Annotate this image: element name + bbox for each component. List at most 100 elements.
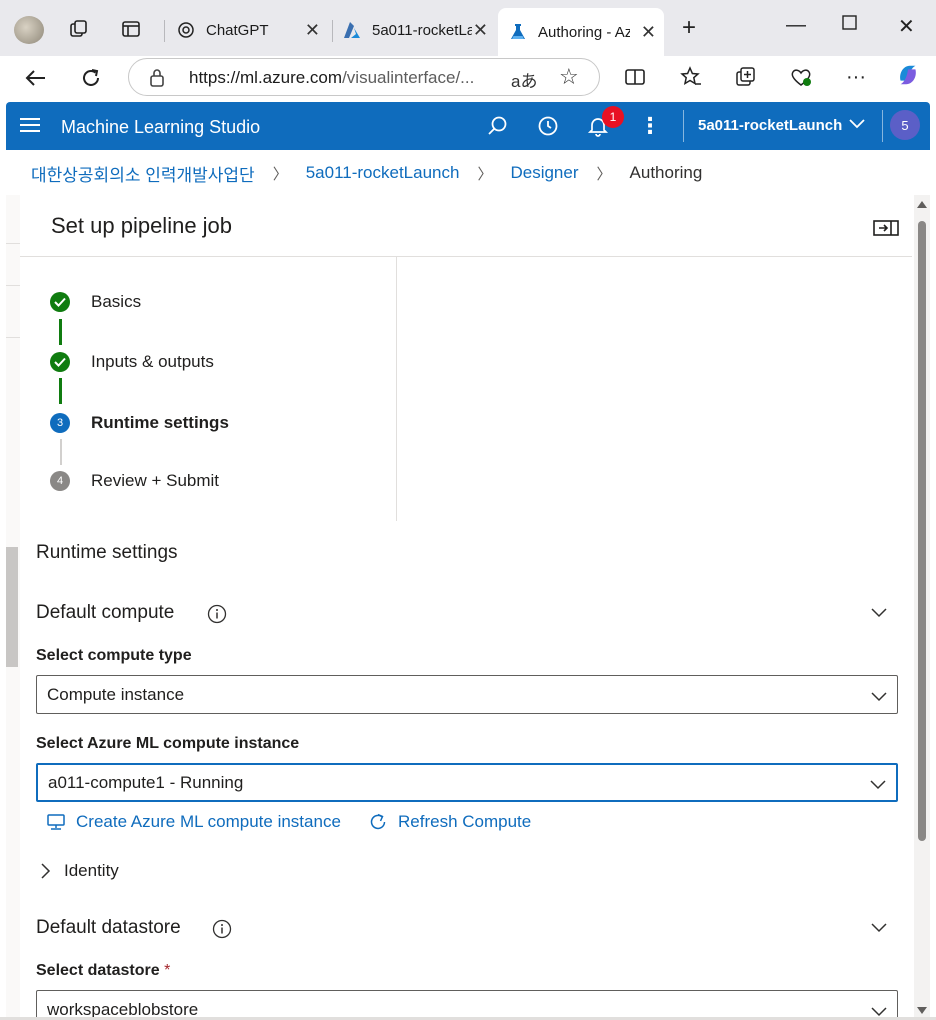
tab-title: ChatGPT <box>206 21 269 39</box>
azure-icon <box>342 20 362 40</box>
chevron-down-icon <box>871 1004 887 1017</box>
background-canvas-edge <box>6 195 20 1020</box>
refresh-button[interactable] <box>77 64 105 92</box>
flask-icon <box>508 22 528 42</box>
identity-label: Identity <box>64 861 119 880</box>
step-label: Inputs & outputs <box>91 352 214 371</box>
breadcrumb-chevron-icon: 〉 <box>272 165 288 183</box>
favorites-icon[interactable] <box>678 64 704 90</box>
header-divider <box>882 110 883 142</box>
minimize-button[interactable]: — <box>786 14 806 37</box>
chevron-down-icon <box>870 777 886 790</box>
collapse-chevron-icon[interactable] <box>870 606 888 618</box>
step-basics[interactable]: Basics <box>50 290 141 314</box>
split-screen-icon[interactable] <box>622 64 648 90</box>
info-icon[interactable] <box>207 604 227 624</box>
tab-close-icon[interactable]: ✕ <box>305 20 320 41</box>
step-review-submit[interactable]: 4 Review + Submit <box>50 469 219 493</box>
panel-scrollbar[interactable] <box>914 195 930 1020</box>
step-number: 3 <box>50 413 70 433</box>
app-title[interactable]: Machine Learning Studio <box>61 117 260 138</box>
step-runtime-settings[interactable]: 3 Runtime settings <box>50 411 229 435</box>
checkmark-icon <box>50 292 70 312</box>
address-bar-row: https://ml.azure.com/visualinterface/...… <box>0 56 936 100</box>
hamburger-menu-icon[interactable] <box>20 118 40 132</box>
compute-instance-dropdown[interactable]: a011-compute1 - Running <box>36 763 898 802</box>
refresh-compute-link[interactable]: Refresh Compute <box>367 811 531 833</box>
browser-tab-strip: ChatGPT ✕ 5a011-rocketLaunch ✕ Authoring… <box>0 0 936 56</box>
breadcrumb-org-link[interactable]: 대한상공회의소 인력개발사업단 <box>31 161 255 186</box>
tab-chatgpt[interactable]: ChatGPT ✕ <box>166 10 328 50</box>
aml-header: Machine Learning Studio 1 ⋮ 5a011-rocket… <box>6 102 930 150</box>
more-vertical-icon[interactable]: ⋮ <box>638 113 662 138</box>
browser-profile-avatar[interactable] <box>14 16 44 44</box>
close-window-button[interactable]: ✕ <box>898 14 915 39</box>
chevron-down-icon[interactable] <box>848 114 866 137</box>
step-number: 4 <box>50 471 70 491</box>
tab-workspace[interactable]: 5a011-rocketLaunch ✕ <box>332 10 496 50</box>
scroll-up-arrow-icon[interactable] <box>917 201 927 208</box>
datastore-label: Select datastore * <box>36 962 171 979</box>
scrollbar-thumb[interactable] <box>918 221 926 841</box>
tab-close-icon[interactable]: ✕ <box>641 22 656 43</box>
chatgpt-icon <box>176 20 196 40</box>
step-label: Runtime settings <box>91 413 229 432</box>
refresh-icon <box>367 811 389 833</box>
back-button[interactable] <box>22 64 50 92</box>
breadcrumb-chevron-icon: 〉 <box>596 165 612 183</box>
checkmark-icon <box>50 352 70 372</box>
lock-icon <box>149 68 165 93</box>
compute-instance-label: Select Azure ML compute instance <box>36 735 300 752</box>
compute-type-label: Select compute type <box>36 647 192 664</box>
tab-title: Authoring - Azure Machine Learning <box>538 23 630 41</box>
compute-type-dropdown[interactable]: Compute instance <box>36 675 898 714</box>
new-tab-button[interactable]: + <box>682 14 696 42</box>
copilot-icon[interactable] <box>895 62 921 88</box>
step-inputs-outputs[interactable]: Inputs & outputs <box>50 350 214 374</box>
tab-title: 5a011-rocketLaunch <box>372 21 472 39</box>
user-avatar[interactable]: 5 <box>890 110 920 140</box>
background-scrollbar[interactable] <box>6 547 18 667</box>
panel-title: Set up pipeline job <box>51 213 233 238</box>
monitor-icon <box>45 811 67 833</box>
dropdown-value: Compute instance <box>47 685 185 704</box>
maximize-button[interactable] <box>842 14 858 37</box>
breadcrumb-workspace-link[interactable]: 5a011-rocketLaunch <box>306 163 460 183</box>
more-options-icon[interactable]: ··· <box>843 64 869 90</box>
dropdown-value: a011-compute1 - Running <box>48 773 244 792</box>
notification-count-badge: 1 <box>602 106 624 128</box>
refresh-compute-label: Refresh Compute <box>398 812 532 831</box>
create-compute-link[interactable]: Create Azure ML compute instance <box>45 811 341 833</box>
default-datastore-heading: Default datastore <box>36 917 181 938</box>
create-compute-label: Create Azure ML compute instance <box>76 812 341 831</box>
search-icon[interactable] <box>486 114 510 138</box>
pipeline-job-panel: Set up pipeline job Basics Inputs & outp… <box>20 195 914 1020</box>
workspaces-icon[interactable] <box>68 18 90 40</box>
collapse-chevron-icon[interactable] <box>870 921 888 933</box>
scroll-down-arrow-icon[interactable] <box>917 1007 927 1014</box>
chevron-right-icon <box>40 863 52 879</box>
vertical-tabs-icon[interactable] <box>120 18 142 40</box>
chevron-down-icon <box>871 689 887 702</box>
favorite-star-icon[interactable]: ☆ <box>559 64 579 90</box>
breadcrumb-chevron-icon: 〉 <box>477 165 493 183</box>
header-divider <box>683 110 684 142</box>
info-icon[interactable] <box>212 919 232 939</box>
breadcrumb-current: Authoring <box>629 163 703 182</box>
breadcrumb-designer-link[interactable]: Designer <box>510 163 578 183</box>
step-label: Basics <box>91 292 142 311</box>
tab-authoring[interactable]: Authoring - Azure Machine Learning ✕ <box>498 8 664 56</box>
runtime-settings-heading: Runtime settings <box>36 542 178 563</box>
workspace-selector[interactable]: 5a011-rocketLaunch <box>698 117 842 134</box>
tab-close-icon[interactable]: ✕ <box>473 20 488 41</box>
browser-essentials-icon[interactable] <box>788 64 814 90</box>
datastore-dropdown[interactable]: workspaceblobstore <box>36 990 898 1020</box>
history-icon[interactable] <box>536 114 560 138</box>
required-asterisk: * <box>164 962 171 979</box>
read-aloud-icon[interactable]: aあ <box>511 67 537 92</box>
dock-panel-icon[interactable] <box>873 219 899 237</box>
breadcrumb: 대한상공회의소 인력개발사업단 〉 5a011-rocketLaunch 〉 D… <box>31 161 703 186</box>
identity-expander[interactable]: Identity <box>40 861 119 881</box>
url-input[interactable]: https://ml.azure.com/visualinterface/...… <box>128 58 600 96</box>
collections-icon[interactable] <box>733 64 759 90</box>
